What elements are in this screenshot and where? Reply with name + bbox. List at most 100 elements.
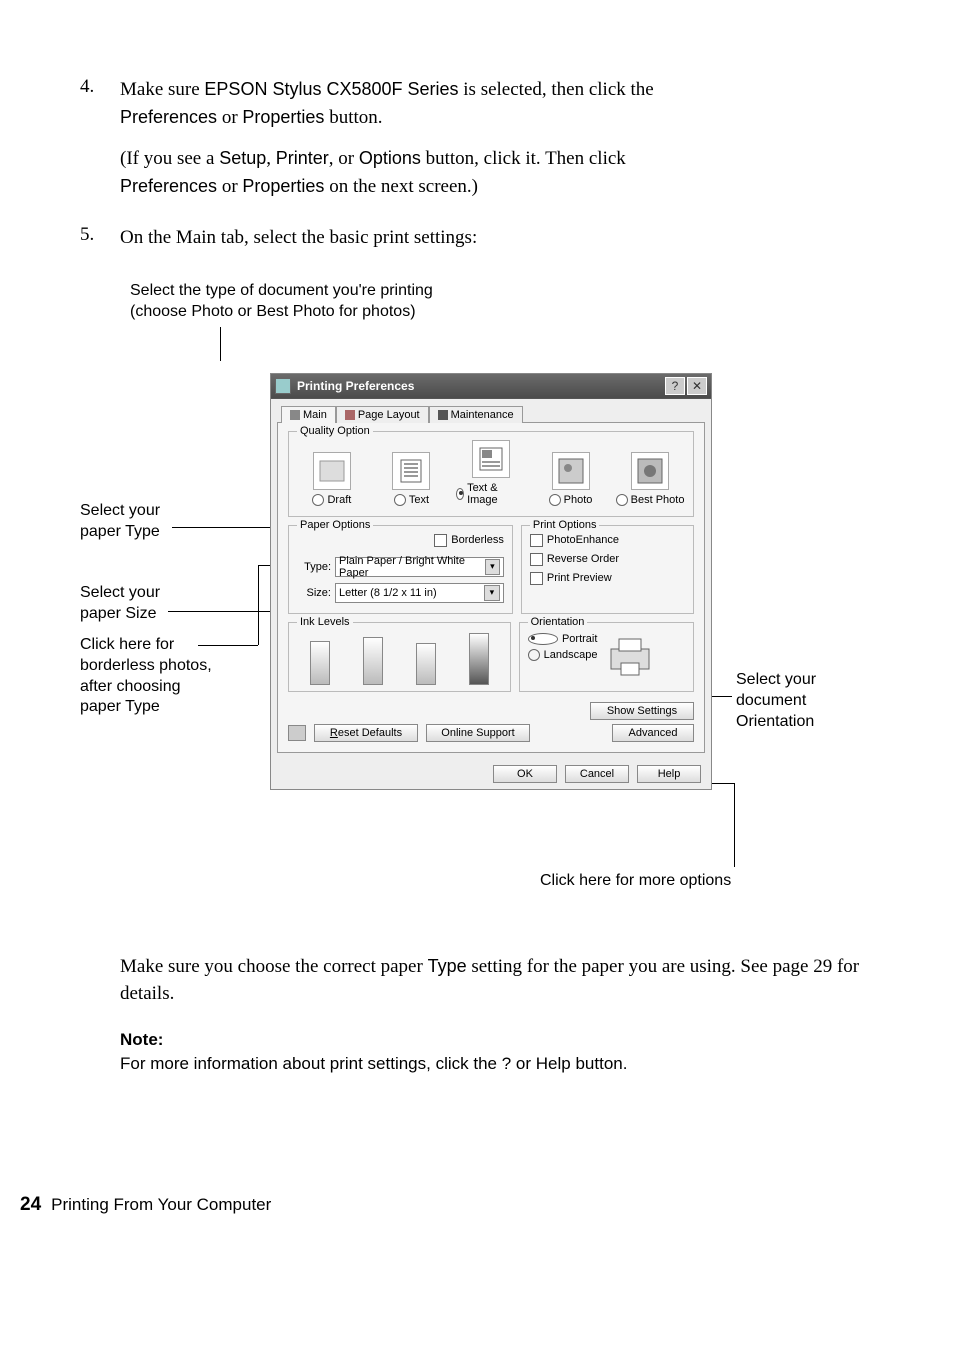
ui-term: Help [536, 1054, 571, 1073]
checkbox-icon [530, 534, 543, 547]
group-quality: Quality Option Draft Text Text & Image [288, 431, 694, 517]
note-label: Note: [120, 1030, 163, 1049]
orientation-portrait[interactable]: Portrait [528, 633, 598, 645]
checkbox-icon [530, 572, 543, 585]
reset-defaults-button[interactable]: Reset Defaults [314, 724, 418, 742]
checkbox-icon [530, 553, 543, 566]
radio-label: Best Photo [631, 494, 685, 506]
step-5-body: On the Main tab, select the basic print … [120, 224, 874, 252]
ui-term: Type [428, 956, 467, 976]
text: paper [80, 605, 125, 622]
type-label: Type: [297, 561, 331, 573]
text: , or [329, 148, 359, 169]
orientation-landscape[interactable]: Landscape [528, 649, 598, 661]
page-number: 24 [20, 1194, 41, 1215]
radio-label: Draft [327, 494, 351, 506]
text: on the next screen.) [324, 176, 478, 197]
quality-text-image[interactable]: Text & Image [456, 440, 526, 506]
tab-label: Main [303, 409, 327, 421]
text: Click here for [80, 636, 174, 653]
ui-term: Setup [219, 148, 266, 168]
tab-label: Page Layout [358, 409, 420, 421]
leader-borderless-h [198, 645, 258, 646]
text: Select your [80, 584, 160, 601]
btn-label: eset Defaults [338, 727, 402, 739]
text: Make sure you choose the correct paper [120, 956, 428, 977]
help-button[interactable]: Help [637, 765, 701, 783]
ui-term: Best Photo [256, 303, 334, 320]
type-value: Plain Paper / Bright White Paper [339, 555, 485, 579]
ui-term: ? [502, 1054, 511, 1073]
text: (choose [130, 303, 191, 320]
text: For more information about print setting… [120, 1054, 502, 1073]
dialog-printing-preferences: Printing Preferences ? ✕ Main Page Layou… [270, 373, 712, 790]
quality-draft[interactable]: Draft [297, 452, 367, 506]
maintenance-icon [438, 410, 448, 420]
ui-term: Printer [276, 148, 329, 168]
quality-text[interactable]: Text [377, 452, 447, 506]
dialog-buttons: OK Cancel Help [271, 759, 711, 789]
text: (If you see a [120, 148, 219, 169]
callout-orient: Select your document Orientation [736, 670, 816, 732]
page-footer: 24 Printing From Your Computer [20, 1194, 271, 1216]
checkbox-icon [434, 534, 447, 547]
text: , [266, 148, 276, 169]
size-select[interactable]: Letter (8 1/2 x 11 in) ▾ [335, 583, 504, 603]
type-select[interactable]: Plain Paper / Bright White Paper ▾ [335, 557, 504, 577]
reverse-order-checkbox[interactable]: Reverse Order [530, 553, 685, 566]
printer-icon [603, 633, 657, 679]
text-icon [392, 452, 430, 490]
settings-button-row: Show Settings [288, 702, 694, 720]
after-text: Make sure you choose the correct paper T… [120, 953, 874, 1008]
text: or [233, 303, 256, 320]
online-support-button[interactable]: Online Support [426, 724, 530, 742]
ui-term: Properties [242, 107, 324, 127]
ok-button[interactable]: OK [493, 765, 557, 783]
close-icon[interactable]: ✕ [687, 377, 707, 395]
cancel-button[interactable]: Cancel [565, 765, 629, 783]
callout-size: Select your paper Size [80, 583, 160, 625]
dialog-title: Printing Preferences [297, 379, 663, 393]
text-image-icon [472, 440, 510, 478]
tab-maintenance[interactable]: Maintenance [429, 406, 523, 423]
ui-term: Preferences [120, 176, 217, 196]
ui-term: Photo [191, 303, 233, 320]
text: or [217, 107, 242, 128]
ui-term: Type [125, 698, 160, 715]
group-label: Orientation [528, 616, 588, 628]
text: document [736, 692, 806, 709]
figure: Select your paper Type Select your paper… [80, 373, 874, 903]
text: paper [80, 523, 125, 540]
tab-page-layout[interactable]: Page Layout [336, 406, 429, 423]
help-icon[interactable]: ? [665, 377, 685, 395]
text: borderless photos, [80, 657, 212, 674]
section-title: Printing From Your Computer [51, 1195, 271, 1214]
quality-best-photo[interactable]: Best Photo [615, 452, 685, 506]
radio-label: Photo [564, 494, 593, 506]
callout-borderless: Click here for borderless photos, after … [80, 635, 212, 718]
text: or [217, 176, 242, 197]
dialog-titlebar[interactable]: Printing Preferences ? ✕ [271, 374, 711, 399]
type-select-row: Type: Plain Paper / Bright White Paper ▾ [297, 557, 504, 577]
radio-label: Text & Image [467, 482, 526, 506]
tab-main[interactable]: Main [281, 406, 336, 423]
radio-label: Landscape [544, 649, 598, 661]
size-select-row: Size: Letter (8 1/2 x 11 in) ▾ [297, 583, 504, 603]
quality-photo[interactable]: Photo [536, 452, 606, 506]
group-label: Print Options [530, 519, 600, 531]
checkbox-label: Print Preview [547, 572, 612, 584]
photoenhance-checkbox[interactable]: PhotoEnhance [530, 534, 685, 547]
print-preview-checkbox[interactable]: Print Preview [530, 572, 685, 585]
ui-term: Options [359, 148, 421, 168]
text: Select your [736, 671, 816, 688]
group-orientation: Orientation Portrait Landscape [519, 622, 694, 692]
group-print-options: Print Options PhotoEnhance Reverse Order… [521, 525, 694, 614]
advanced-button[interactable]: Advanced [612, 724, 694, 742]
figure-caption: Select the type of document you're print… [130, 280, 874, 323]
checkbox-label: PhotoEnhance [547, 534, 619, 546]
show-settings-button[interactable]: Show Settings [590, 702, 694, 720]
step-4: 4. Make sure EPSON Stylus CX5800F Series… [80, 76, 874, 200]
layout-icon [345, 410, 355, 420]
ink-bar [469, 633, 489, 685]
borderless-checkbox[interactable]: Borderless [297, 534, 504, 547]
